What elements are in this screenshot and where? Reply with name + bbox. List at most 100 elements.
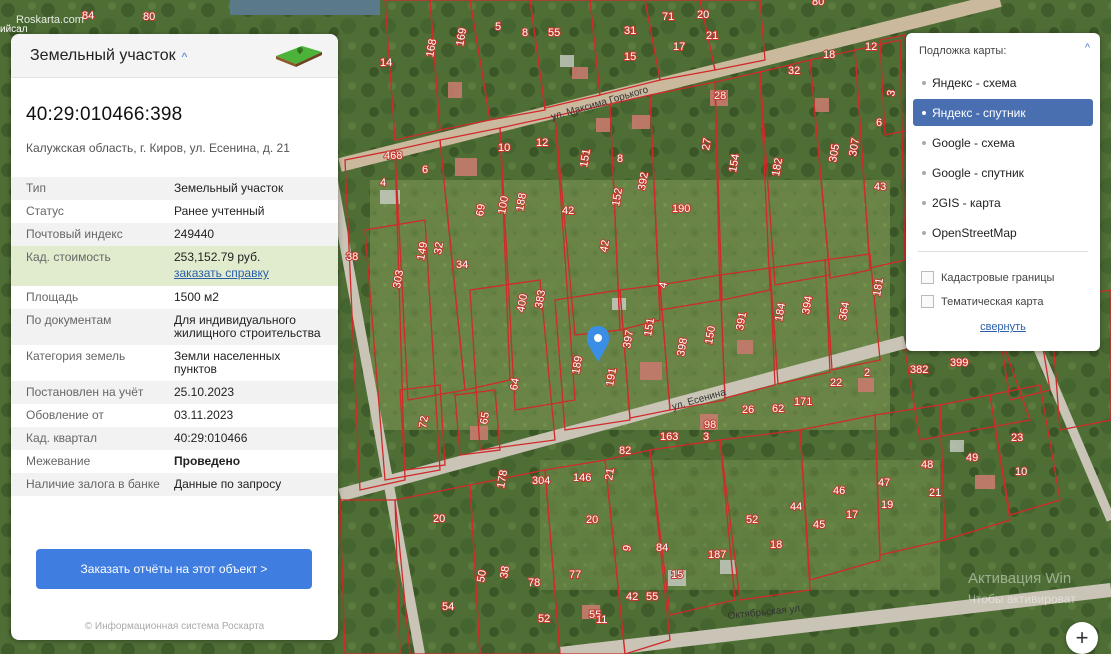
plot-number-label: 12 xyxy=(536,137,548,149)
plot-number-label: 82 xyxy=(619,445,631,457)
panel-header[interactable]: Земельный участок ^ xyxy=(11,34,338,78)
plot-number-label: 15 xyxy=(624,51,636,63)
chevron-up-icon[interactable]: ^ xyxy=(1085,42,1090,54)
thematic-map-toggle[interactable]: Тематическая карта xyxy=(921,295,1043,308)
layers-title: Подложка карты: xyxy=(919,45,1007,57)
cadastral-borders-toggle[interactable]: Кадастровые границы xyxy=(921,271,1054,284)
prop-key: Кад. квартал xyxy=(26,431,97,445)
prop-value: 249440 xyxy=(174,227,215,241)
layer-label: Яндекс - спутник xyxy=(932,105,1026,120)
plot-number-label: 15 xyxy=(671,569,683,581)
prop-key: Площадь xyxy=(26,290,79,304)
collapse-link[interactable]: свернуть xyxy=(906,321,1100,333)
watermark-line: Чтобы активироват xyxy=(968,592,1076,606)
order-reports-button[interactable]: Заказать отчёты на этот объект > xyxy=(36,549,312,589)
properties-table: Тип Земельный участок Статус Ранее учтен… xyxy=(11,177,338,496)
plot-number-label: 187 xyxy=(708,549,726,561)
prop-row-postal: Почтовый индекс 249440 xyxy=(11,223,338,246)
layer-osm[interactable]: OpenStreetMap xyxy=(913,219,1093,246)
layer-google-scheme[interactable]: Google - схема xyxy=(913,129,1093,156)
layer-label: OpenStreetMap xyxy=(932,225,1017,240)
bullet-icon xyxy=(922,170,926,175)
plot-number-label: 22 xyxy=(830,377,842,389)
prop-value: 1500 м2 xyxy=(174,290,219,304)
prop-key: Межевание xyxy=(26,454,91,468)
plot-number-label: 4 xyxy=(380,177,386,189)
prop-value: Проведено xyxy=(174,454,241,468)
layer-label: 2GIS - карта xyxy=(932,195,1001,210)
plot-number-label: 468 xyxy=(384,150,402,162)
bullet-icon xyxy=(922,140,926,145)
plot-number-label: 17 xyxy=(673,41,685,53)
plot-number-label: 2 xyxy=(864,367,870,379)
plot-number-label: 14 xyxy=(380,57,392,69)
layer-2gis[interactable]: 2GIS - карта xyxy=(913,189,1093,216)
layer-yandex-satellite[interactable]: Яндекс - спутник xyxy=(913,99,1093,126)
plot-number-label: 3 xyxy=(703,431,709,443)
plot-number-label: 34 xyxy=(456,259,468,271)
plot-number-label: 23 xyxy=(1011,432,1023,444)
layer-label: Яндекс - схема xyxy=(932,75,1017,90)
prop-value: Данные по запросу xyxy=(174,477,282,491)
plot-number-label: 84 xyxy=(656,542,668,554)
prop-row-land-category: Категория земель Земли населенных пункто… xyxy=(11,345,338,381)
plot-number-label: 80 xyxy=(812,0,824,8)
plot-number-label: 18 xyxy=(770,539,782,551)
plot-number-label: 42 xyxy=(598,239,612,253)
plot-number-label: 71 xyxy=(662,11,674,23)
plot-number-label: 20 xyxy=(433,513,445,525)
layer-label: Google - схема xyxy=(932,135,1015,150)
prop-key: Статус xyxy=(26,204,64,218)
prop-value: 25.10.2023 xyxy=(174,385,235,399)
plot-number-label: 55 xyxy=(548,27,560,39)
plot-number-label: 20 xyxy=(586,514,598,526)
layer-google-satellite[interactable]: Google - спутник xyxy=(913,159,1093,186)
prop-value: 03.11.2023 xyxy=(174,408,234,422)
panel-title: Земельный участок xyxy=(30,46,176,64)
plot-number-label: 171 xyxy=(794,396,812,408)
activation-watermark: Активация Win Чтобы активироват xyxy=(968,569,1076,609)
prop-key: Кад. стоимость xyxy=(26,250,111,264)
plot-number-label: 31 xyxy=(624,25,636,37)
plot-number-label: 20 xyxy=(697,9,709,21)
prop-row-survey: Межевание Проведено xyxy=(11,450,338,473)
map-layers-panel: Подложка карты: ^ Яндекс - схема Яндекс … xyxy=(906,33,1100,351)
chevron-up-icon[interactable]: ^ xyxy=(182,50,188,64)
prop-key: Тип xyxy=(26,181,47,195)
checkbox[interactable] xyxy=(921,295,934,308)
plot-number-label: 32 xyxy=(432,241,446,255)
plot-number-label: 50 xyxy=(475,569,489,583)
prop-row-documents: По документам Для индивидуального жилищн… xyxy=(11,309,338,345)
plot-number-label: 11 xyxy=(596,614,607,626)
address: Калужская область, г. Киров, ул. Есенина… xyxy=(26,141,290,155)
checkbox-label: Кадастровые границы xyxy=(941,271,1055,284)
plot-number-label: 27 xyxy=(700,137,714,151)
plot-number-label: 10 xyxy=(1015,466,1027,478)
plot-number-label: 5 xyxy=(495,21,501,33)
plot-number-label: 72 xyxy=(417,415,431,429)
prop-row-status: Статус Ранее учтенный xyxy=(11,200,338,223)
plot-number-label: 8 xyxy=(522,27,528,39)
plot-number-label: 48 xyxy=(921,459,933,471)
plot-number-label: 69 xyxy=(474,203,488,217)
checkbox[interactable] xyxy=(921,271,934,284)
layer-label: Google - спутник xyxy=(932,165,1024,180)
prop-key: Обовление от xyxy=(26,408,104,422)
plot-number-label: 78 xyxy=(528,577,540,589)
prop-key: Постановлен на учёт xyxy=(26,385,144,399)
plot-number-label: 38 xyxy=(498,565,512,579)
copyright-text: © Информационная система Роскарта xyxy=(84,621,265,632)
plot-number-label: 80 xyxy=(143,11,155,23)
zoom-in-button[interactable]: + xyxy=(1066,622,1098,654)
divider xyxy=(918,251,1088,252)
order-certificate-link[interactable]: заказать справку xyxy=(174,267,324,280)
prop-row-updated: Обовление от 03.11.2023 xyxy=(11,404,338,427)
bullet-icon xyxy=(922,200,926,205)
bullet-icon xyxy=(922,110,926,115)
plot-number-label: 10 xyxy=(498,142,510,154)
plot-number-label: 54 xyxy=(442,601,454,613)
prop-row-registered: Постановлен на учёт 25.10.2023 xyxy=(11,381,338,404)
layer-yandex-scheme[interactable]: Яндекс - схема xyxy=(913,69,1093,96)
plot-number-label: 19 xyxy=(881,499,893,511)
prop-key: Категория земель xyxy=(26,349,126,363)
